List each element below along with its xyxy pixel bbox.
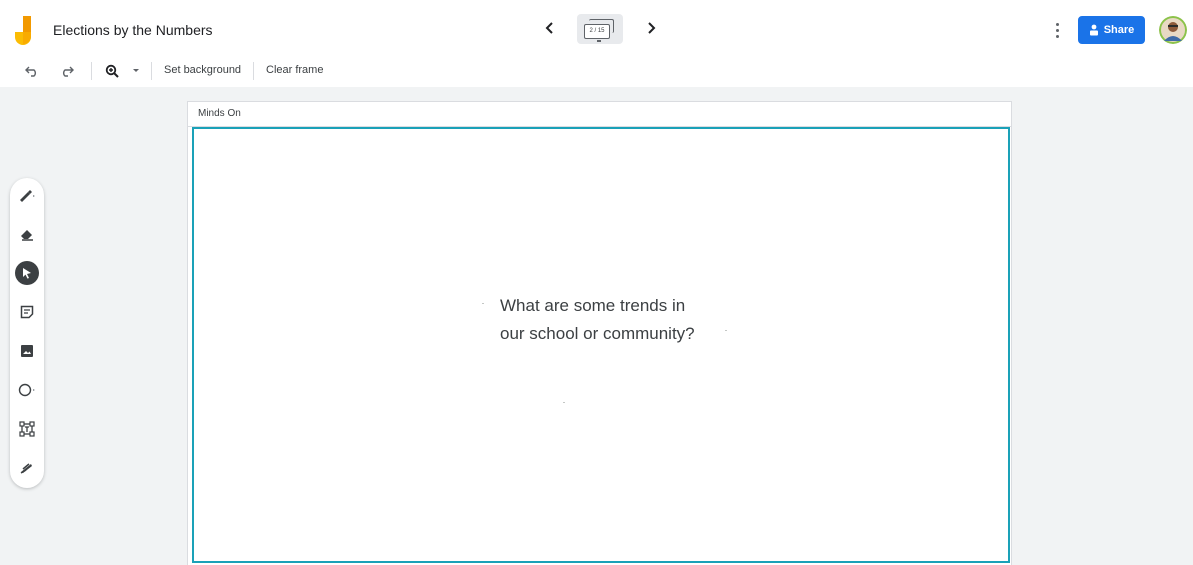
text-box-icon[interactable]	[15, 417, 39, 441]
set-background-button[interactable]: Set background	[164, 64, 241, 76]
laser-icon[interactable]	[15, 456, 39, 480]
pen-icon[interactable]	[15, 183, 39, 207]
frame-counter: 2 / 15	[584, 24, 610, 39]
clear-frame-button[interactable]: Clear frame	[266, 64, 323, 76]
person-lock-icon	[1089, 24, 1098, 36]
stray-mark	[482, 303, 484, 304]
frame-bar-toggle[interactable]: 2 / 15	[577, 14, 623, 44]
zoom-in-icon[interactable]	[104, 63, 120, 79]
toolbar-divider	[253, 62, 254, 80]
top-bar: Elections by the Numbers 2 / 15 Share	[0, 0, 1193, 56]
tool-rail	[10, 178, 44, 488]
chevron-right-icon[interactable]	[643, 20, 659, 36]
eraser-icon[interactable]	[15, 222, 39, 246]
stray-mark	[563, 402, 565, 403]
redo-icon[interactable]	[59, 63, 75, 79]
whiteboard-canvas[interactable]: What are some trends in our school or co…	[192, 127, 1010, 563]
circle-icon[interactable]	[15, 378, 39, 402]
frame-title[interactable]: Minds On	[198, 108, 241, 119]
frame-header: Minds On	[187, 101, 1012, 127]
zoom-dropdown-icon[interactable]	[128, 63, 144, 79]
account-avatar[interactable]	[1159, 16, 1187, 44]
document-title[interactable]: Elections by the Numbers	[53, 22, 213, 38]
toolbar: Set background Clear frame	[0, 55, 1193, 87]
share-button[interactable]: Share	[1078, 16, 1145, 44]
chevron-left-icon[interactable]	[542, 20, 558, 36]
question-text-box[interactable]: What are some trends in our school or co…	[500, 292, 760, 348]
jamboard-logo-icon[interactable]	[14, 16, 36, 46]
toolbar-divider	[91, 62, 92, 80]
sticky-note-icon[interactable]	[15, 300, 39, 324]
image-icon[interactable]	[15, 339, 39, 363]
more-vert-icon[interactable]	[1049, 19, 1065, 41]
toolbar-divider	[151, 62, 152, 80]
question-line-2: our school or community?	[500, 324, 695, 343]
question-line-1: What are some trends in	[500, 296, 686, 315]
undo-icon[interactable]	[24, 63, 40, 79]
caret-icon	[597, 40, 601, 42]
share-label: Share	[1103, 24, 1135, 36]
select-icon[interactable]	[15, 261, 39, 285]
stray-mark	[725, 330, 727, 331]
